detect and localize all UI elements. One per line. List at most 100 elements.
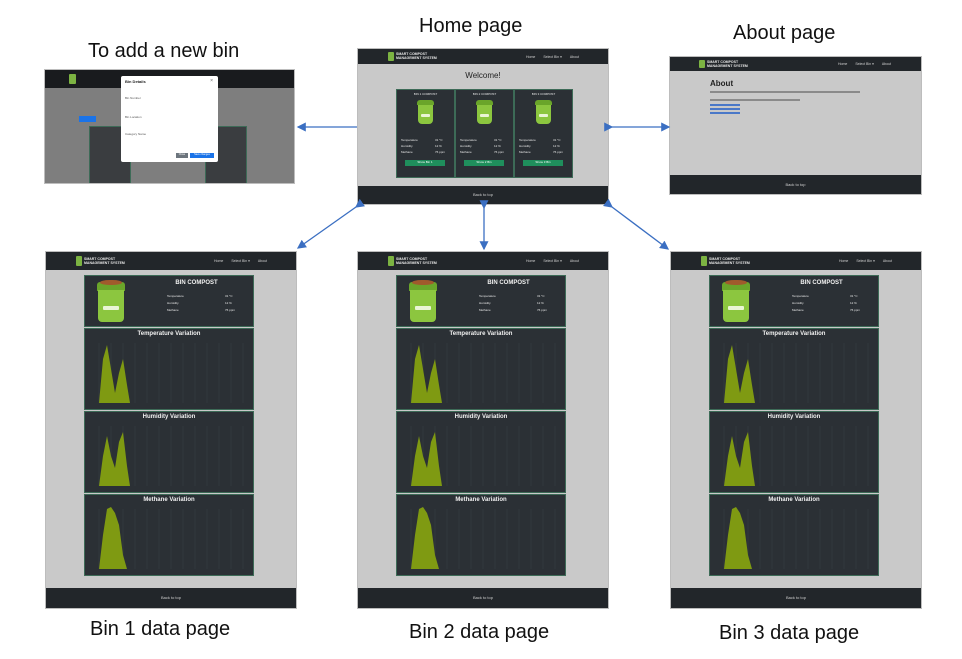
nav-select-bin[interactable]: Select Bin ▾ — [543, 55, 562, 59]
nav-home[interactable]: Home — [838, 62, 847, 66]
bin-summary-panel: BIN COMPOST Temperature 31 °C Humidity 1… — [396, 275, 566, 327]
reading-value: 12 % — [225, 301, 232, 305]
reading-label: Methane — [519, 150, 531, 154]
show-bin-3-button[interactable]: Show 3 Bin — [523, 160, 563, 166]
reading-label: Methane — [167, 308, 179, 312]
bin2-screenshot: SMART COMPOST MANAGEMENT SYSTEM Home Sel… — [358, 252, 608, 608]
reading-value: 31 °C — [537, 294, 545, 298]
compost-bucket-image — [97, 279, 125, 322]
add-bin-screenshot: Bin Details × Bin Number Bin Location Ca… — [45, 70, 294, 183]
compost-bucket-image — [476, 100, 493, 124]
bin-number-field[interactable]: Bin Number — [125, 96, 141, 100]
compost-bucket-image — [722, 279, 750, 322]
nav-select-bin[interactable]: Select Bin ▾ — [543, 259, 562, 263]
logo-icon — [76, 256, 82, 266]
area-series — [411, 432, 442, 486]
caption-bin3: Bin 3 data page — [719, 622, 860, 644]
footer-back-to-top[interactable]: Back to top — [671, 588, 921, 608]
humidity-chart: Humidity Variation — [709, 411, 879, 493]
reading-label: Humidity — [479, 301, 491, 305]
nav-home[interactable]: Home — [839, 259, 848, 263]
methane-chart: Methane Variation — [709, 494, 879, 576]
show-bin-2-button[interactable]: Show 2 Bin — [464, 160, 504, 166]
humidity-chart: Humidity Variation — [84, 411, 254, 493]
nav-select-bin[interactable]: Select Bin ▾ — [231, 259, 250, 263]
area-series — [99, 345, 130, 403]
reading-value: 76 ppm — [537, 308, 548, 312]
reading-value: 31 °C — [435, 138, 443, 142]
bin-card-2: BIN 2 COMPOST Temperature 31 °C Humidity… — [455, 89, 514, 178]
bin-card-1: BIN 1 COMPOST Temperature 31 °C Humidity… — [396, 89, 455, 178]
compost-bucket-image — [417, 100, 434, 124]
nav-home[interactable]: Home — [526, 259, 535, 263]
reading-label: Humidity — [460, 144, 472, 148]
arrow-home-bin3 — [603, 198, 670, 250]
bin3-screenshot: SMART COMPOST MANAGEMENT SYSTEM Home Sel… — [671, 252, 921, 608]
temperature-chart: Temperature Variation — [709, 328, 879, 410]
nav-home[interactable]: Home — [214, 259, 223, 263]
reading-value: 12 % — [553, 144, 560, 148]
bin-card-3: BIN 3 COMPOST Temperature 31 °C Humidity… — [514, 89, 573, 178]
nav-home[interactable]: Home — [526, 55, 535, 59]
home-screenshot: SMART COMPOST MANAGEMENT SYSTEM Home Sel… — [358, 49, 608, 204]
reading-value: 12 % — [850, 301, 857, 305]
about-screenshot: SMART COMPOST MANAGEMENT SYSTEM Home Sel… — [670, 57, 921, 194]
reading-label: Temperature — [167, 294, 184, 298]
logo-icon — [699, 60, 705, 68]
brand-name: SMART COMPOST MANAGEMENT SYSTEM — [84, 257, 125, 265]
reading-value: 12 % — [435, 144, 442, 148]
arrow-home-bin1 — [296, 198, 365, 249]
nav-about[interactable]: About — [570, 259, 579, 263]
save-button[interactable]: Save changes — [190, 153, 214, 158]
methane-chart: Methane Variation — [396, 494, 566, 576]
bin-card-title: BIN 1 COMPOST — [413, 92, 438, 96]
dialog-title: Bin Details — [125, 79, 146, 84]
reading-value: 31 °C — [850, 294, 858, 298]
area-series — [411, 345, 442, 403]
reading-value: 31 °C — [553, 138, 561, 142]
bin-location-field[interactable]: Bin Location — [125, 115, 142, 119]
bin-title: BIN COMPOST — [175, 280, 218, 286]
reading-value: 31 °C — [494, 138, 502, 142]
nav-select-bin[interactable]: Select Bin ▾ — [856, 259, 875, 263]
nav-select-bin[interactable]: Select Bin ▾ — [855, 62, 874, 66]
close-icon[interactable]: × — [210, 78, 213, 84]
footer-back-to-top[interactable]: Back to top — [46, 588, 296, 608]
reading-value: 76 ppm — [850, 308, 861, 312]
area-series — [724, 432, 755, 486]
reading-label: Methane — [792, 308, 804, 312]
logo-icon — [388, 52, 394, 61]
nav-about[interactable]: About — [570, 55, 579, 59]
reading-value: 76 ppm — [494, 150, 505, 154]
nav-about[interactable]: About — [883, 259, 892, 263]
footer-back-to-top[interactable]: Back to top — [358, 588, 608, 608]
bin-details-dialog: Bin Details × Bin Number Bin Location Ca… — [121, 76, 218, 162]
bin-title: BIN COMPOST — [800, 280, 843, 286]
nav-about[interactable]: About — [258, 259, 267, 263]
brand-name: SMART COMPOST MANAGEMENT SYSTEM — [396, 52, 437, 60]
bin1-screenshot: SMART COMPOST MANAGEMENT SYSTEM Home Sel… — [46, 252, 296, 608]
reading-value: 12 % — [494, 144, 501, 148]
category-name-field[interactable]: Category Name — [125, 132, 146, 136]
temperature-chart: Temperature Variation — [396, 328, 566, 410]
reading-value: 12 % — [537, 301, 544, 305]
bin-card-title: BIN 3 COMPOST — [531, 92, 556, 96]
reading-label: Temperature — [460, 138, 477, 142]
caption-add-bin: To add a new bin — [88, 40, 240, 62]
footer-back-to-top[interactable]: Back to top — [358, 186, 608, 204]
bin-summary-panel: BIN COMPOST Temperature 31 °C Humidity 1… — [709, 275, 879, 327]
footer-back-to-top[interactable]: Back to top — [670, 175, 921, 194]
compost-bucket-image — [409, 279, 437, 322]
logo-icon — [701, 256, 707, 266]
reading-value: 76 ppm — [553, 150, 564, 154]
bin-summary-panel: BIN COMPOST Temperature 31 °C Humidity 1… — [84, 275, 254, 327]
brand-name: SMART COMPOST MANAGEMENT SYSTEM — [709, 257, 750, 265]
show-bin-1-button[interactable]: Show Bin 1 — [405, 160, 445, 166]
reading-value: 76 ppm — [435, 150, 446, 154]
caption-bin2: Bin 2 data page — [409, 621, 550, 643]
nav-about[interactable]: About — [882, 62, 891, 66]
reading-value: 76 ppm — [225, 308, 236, 312]
reading-label: Methane — [479, 308, 491, 312]
caption-about: About page — [733, 22, 836, 44]
close-button[interactable]: Close — [176, 153, 188, 158]
